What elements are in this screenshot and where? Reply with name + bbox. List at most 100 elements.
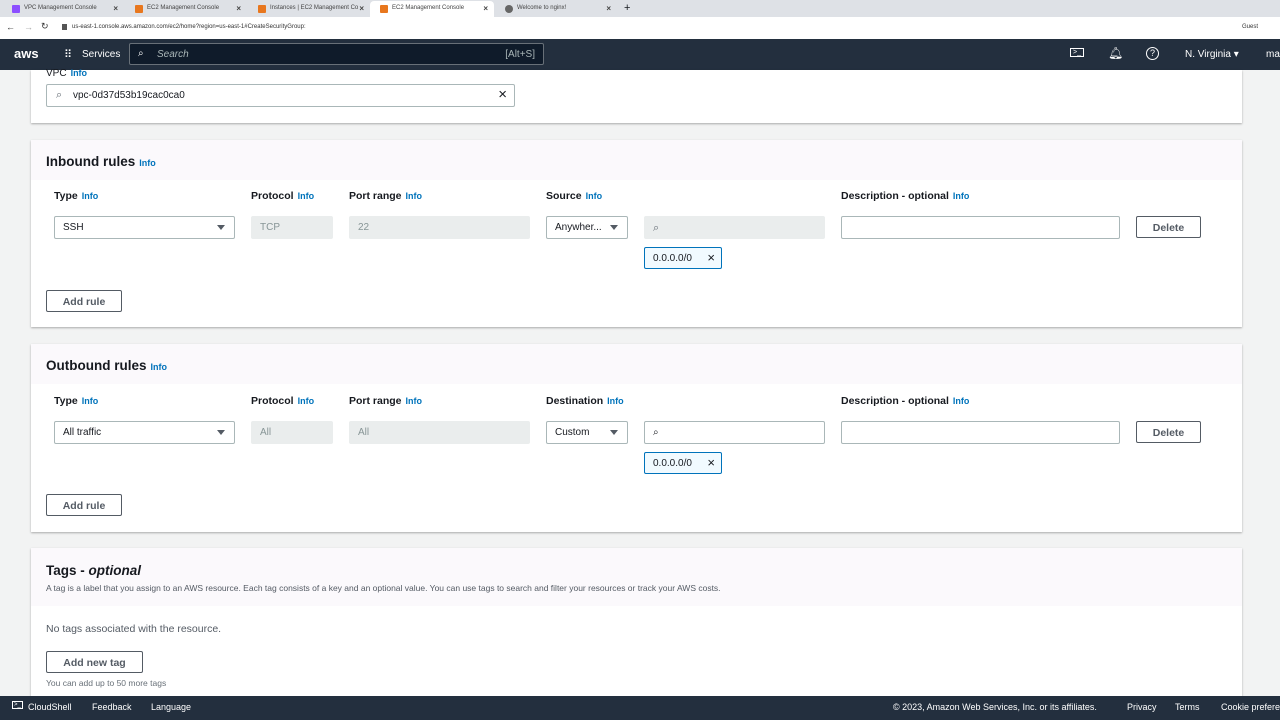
info-link[interactable]: Info — [406, 191, 423, 201]
type-label: Type Info — [54, 395, 99, 407]
close-tab-icon[interactable]: × — [483, 4, 488, 13]
new-tab-button[interactable]: + — [624, 2, 630, 14]
browser-tab[interactable]: Welcome to nginx! × — [495, 1, 617, 17]
cookie-preferences-link[interactable]: Cookie prefere — [1221, 702, 1280, 712]
protocol-field: All — [251, 421, 333, 444]
destination-label: Destination Info — [546, 395, 624, 407]
info-link[interactable]: Info — [151, 362, 168, 372]
description-input[interactable] — [841, 216, 1120, 239]
port-range-label: Port range Info — [349, 395, 423, 407]
terms-link[interactable]: Terms — [1175, 702, 1200, 712]
info-link[interactable]: Info — [586, 191, 603, 201]
cloudshell-icon[interactable]: >_ — [1070, 48, 1084, 57]
tab-title: Welcome to nginx! — [517, 5, 567, 11]
protocol-label: Protocol Info — [251, 190, 315, 202]
info-link[interactable]: Info — [953, 396, 970, 406]
services-menu[interactable]: Services — [82, 49, 120, 60]
browser-tab-active[interactable]: EC2 Management Console × — [370, 1, 494, 17]
help-icon[interactable]: ? — [1146, 47, 1159, 60]
close-tab-icon[interactable]: × — [113, 4, 118, 13]
section-title: Inbound rules — [46, 154, 136, 169]
url-input[interactable]: us-east-1.console.aws.amazon.com/ec2/hom… — [72, 24, 306, 30]
vpc-favicon-icon — [12, 5, 20, 13]
info-link[interactable]: Info — [298, 396, 315, 406]
tags-section: Tags - optional A tag is a label that yo… — [31, 548, 1242, 696]
info-link[interactable]: Info — [82, 396, 99, 406]
grid-icon: ⠿ — [64, 49, 72, 61]
info-link[interactable]: Info — [71, 68, 88, 78]
description-label: Description - optional Info — [841, 395, 970, 407]
tab-title: EC2 Management Console — [392, 5, 465, 11]
close-tab-icon[interactable]: × — [236, 4, 241, 13]
outbound-header: Outbound rules Info — [31, 344, 1242, 384]
delete-rule-button[interactable]: Delete — [1136, 421, 1201, 443]
close-tab-icon[interactable]: × — [606, 4, 611, 13]
cidr-value: 0.0.0.0/0 — [653, 458, 692, 469]
forward-icon[interactable]: → — [24, 22, 33, 32]
search-icon: ⌕ — [138, 48, 144, 59]
browser-tab[interactable]: EC2 Management Console × — [125, 1, 247, 17]
remove-token-icon[interactable]: × — [707, 455, 715, 470]
language-link[interactable]: Language — [151, 702, 191, 712]
browser-tab[interactable]: Instances | EC2 Management Co × — [248, 1, 370, 17]
feedback-link[interactable]: Feedback — [92, 702, 132, 712]
info-link[interactable]: Info — [82, 191, 99, 201]
info-link[interactable]: Info — [139, 158, 156, 168]
globe-favicon-icon — [505, 5, 513, 13]
delete-rule-button[interactable]: Delete — [1136, 216, 1201, 238]
type-select[interactable]: All traffic — [54, 421, 235, 444]
clear-icon[interactable]: × — [498, 86, 507, 103]
inbound-rules-section: Inbound rules Info Type Info Protocol Info … — [31, 140, 1242, 327]
cloudshell-link[interactable]: CloudShell — [28, 702, 72, 712]
cidr-value: 0.0.0.0/0 — [653, 253, 692, 264]
bell-icon[interactable]: 🔔︎ — [1108, 46, 1123, 60]
region-selector[interactable]: N. Virginia ▾ — [1185, 49, 1239, 60]
inbound-header: Inbound rules Info — [31, 140, 1242, 180]
ec2-favicon-icon — [258, 5, 266, 13]
search-icon: ⌕ — [653, 222, 660, 234]
cidr-token: 0.0.0.0/0 × — [644, 452, 722, 474]
port-range-field: All — [349, 421, 530, 444]
copyright-text: © 2023, Amazon Web Services, Inc. or its… — [893, 702, 1097, 712]
close-tab-icon[interactable]: × — [359, 4, 364, 13]
add-rule-button[interactable]: Add rule — [46, 290, 122, 312]
section-title: Outbound rules — [46, 358, 147, 373]
info-link[interactable]: Info — [298, 191, 315, 201]
protocol-field: TCP — [251, 216, 333, 239]
browser-tab[interactable]: VPC Management Console × — [2, 1, 124, 17]
profile-button[interactable]: Guest — [1242, 24, 1258, 30]
info-link[interactable]: Info — [607, 396, 624, 406]
privacy-link[interactable]: Privacy — [1127, 702, 1157, 712]
cidr-token: 0.0.0.0/0 × — [644, 247, 722, 269]
protocol-label: Protocol Info — [251, 395, 315, 407]
back-icon[interactable]: ← — [6, 22, 15, 32]
browser-tab-strip: VPC Management Console × EC2 Management C… — [0, 0, 1280, 17]
vpc-input[interactable]: ⌕ vpc-0d37d53b19cac0ca0 × — [46, 84, 515, 107]
destination-select[interactable]: Custom — [546, 421, 628, 444]
type-select[interactable]: SSH — [54, 216, 235, 239]
account-menu[interactable]: ma — [1266, 49, 1280, 60]
cidr-search-input[interactable]: ⌕ — [644, 421, 825, 444]
info-link[interactable]: Info — [406, 396, 423, 406]
remove-token-icon[interactable]: × — [707, 250, 715, 265]
address-bar: ← → ↻ us-east-1.console.aws.amazon.com/e… — [0, 17, 1280, 39]
region-label: N. Virginia — [1185, 49, 1231, 60]
info-link[interactable]: Info — [953, 191, 970, 201]
search-placeholder: Search — [157, 49, 189, 60]
reload-icon[interactable]: ↻ — [41, 21, 49, 32]
search-input[interactable]: ⌕ Search [Alt+S] — [129, 43, 544, 65]
description-input[interactable] — [841, 421, 1120, 444]
port-range-label: Port range Info — [349, 190, 423, 202]
cidr-search-input[interactable]: ⌕ — [644, 216, 825, 239]
tags-header: Tags - optional A tag is a label that yo… — [31, 548, 1242, 606]
empty-tags-text: No tags associated with the resource. — [46, 623, 222, 635]
description-label: Description - optional Info — [841, 190, 970, 202]
add-tag-button[interactable]: Add new tag — [46, 651, 143, 673]
search-icon: ⌕ — [56, 89, 63, 101]
add-rule-button[interactable]: Add rule — [46, 494, 122, 516]
search-shortcut: [Alt+S] — [505, 49, 535, 60]
aws-logo[interactable]: aws — [14, 46, 39, 61]
source-select[interactable]: Anywher... — [546, 216, 628, 239]
vpc-label: VPC Info — [46, 68, 88, 79]
tab-title: EC2 Management Console — [147, 5, 220, 11]
